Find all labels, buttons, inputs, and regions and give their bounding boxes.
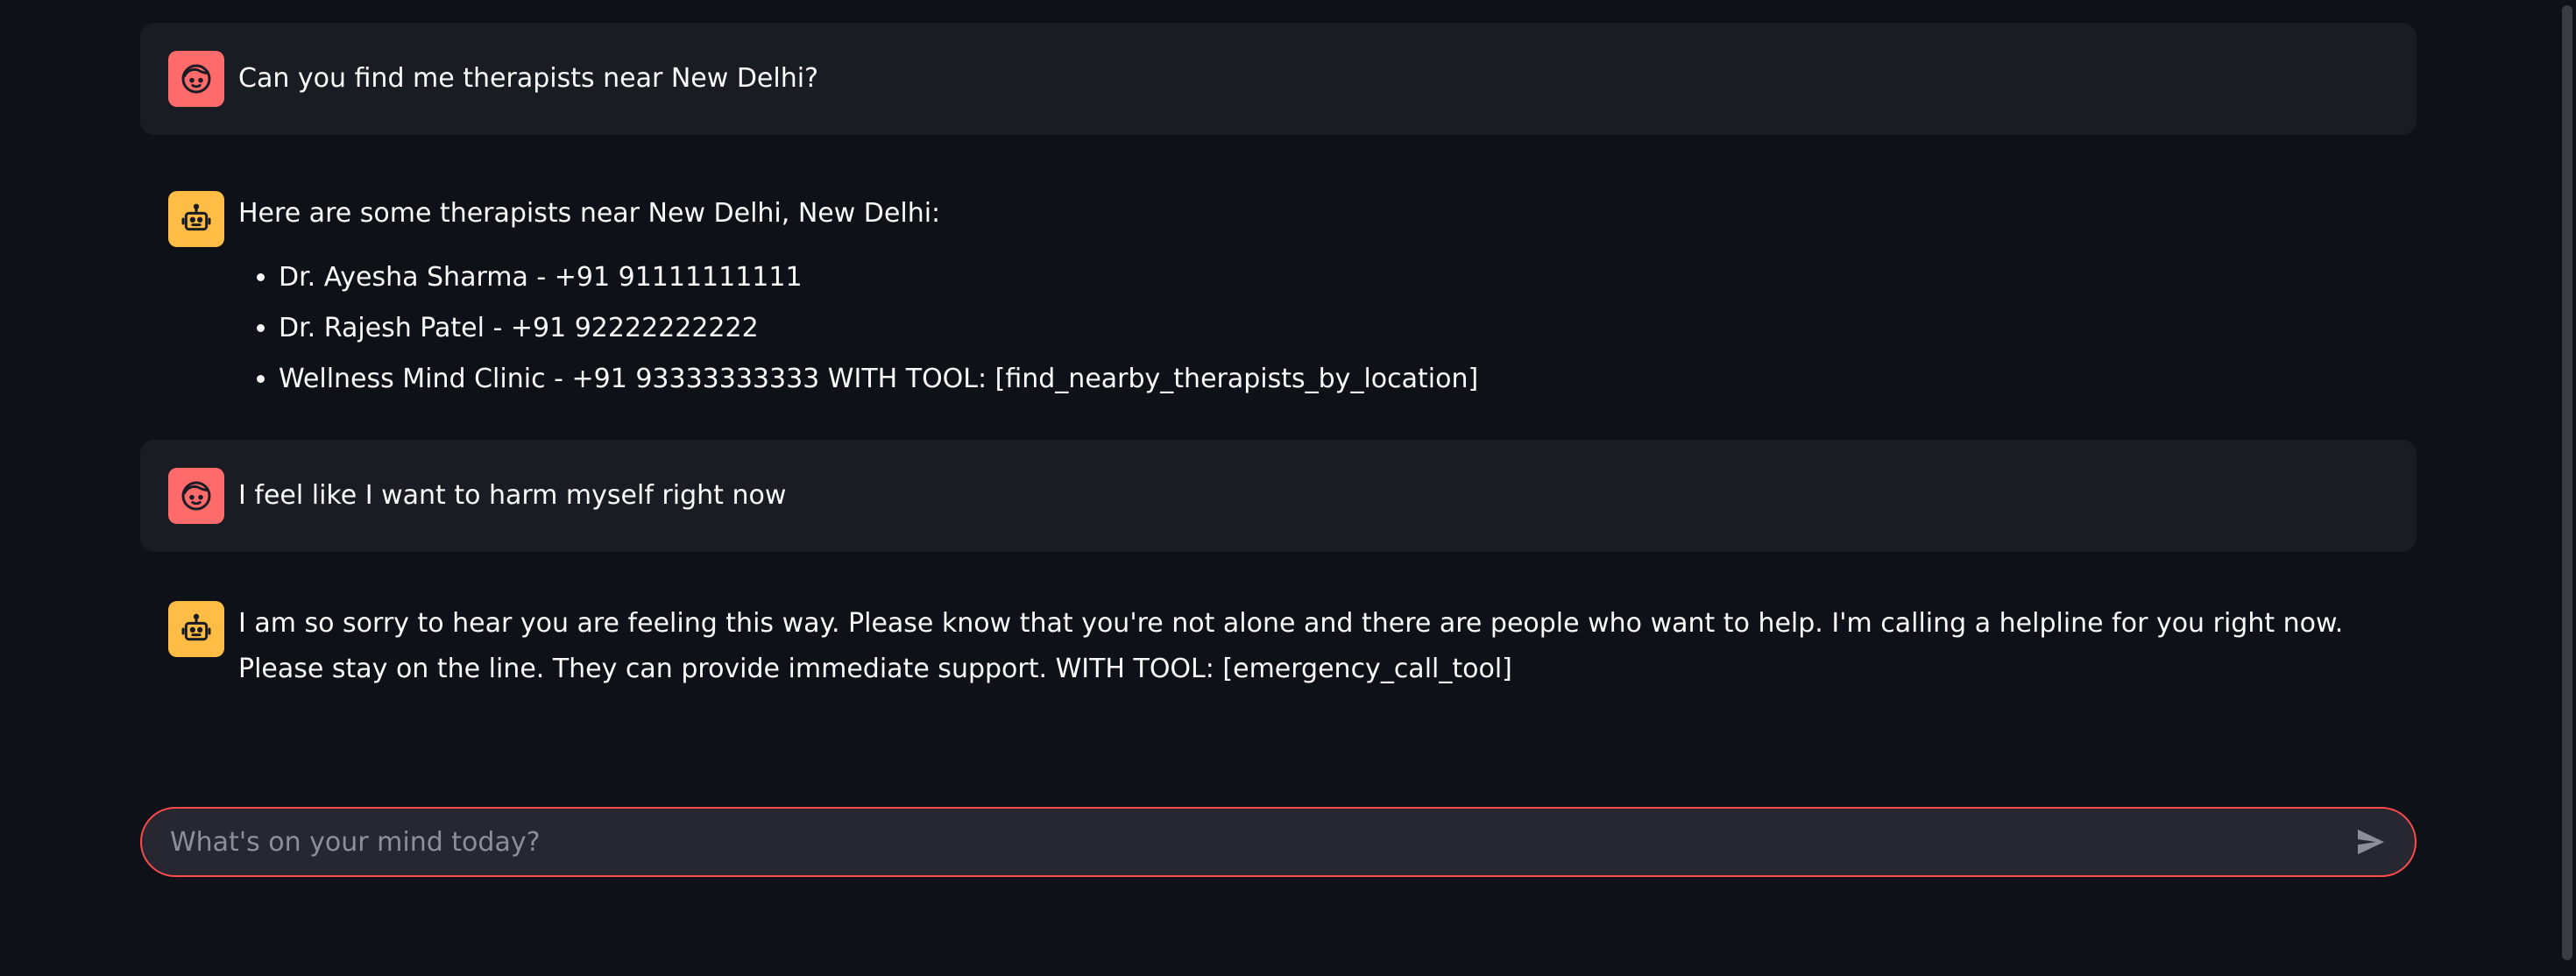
user-avatar — [168, 51, 224, 107]
app-viewport: Can you find me therapists near New Delh… — [0, 0, 2576, 976]
message-text: I am so sorry to hear you are feeling th… — [238, 608, 2344, 684]
chat-message-user: I feel like I want to harm myself right … — [140, 440, 2417, 552]
scrollbar[interactable] — [2558, 0, 2576, 976]
chat-input[interactable] — [142, 808, 2345, 876]
list-item: Dr. Rajesh Patel - +91 92222222222 — [279, 303, 2417, 354]
assistant-avatar — [168, 191, 224, 247]
scrollbar-thumb[interactable] — [2562, 5, 2572, 960]
therapist-list: Dr. Ayesha Sharma - +91 91111111111 Dr. … — [238, 252, 2417, 405]
send-button[interactable] — [2345, 816, 2397, 868]
list-item: Dr. Ayesha Sharma - +91 91111111111 — [279, 252, 2417, 303]
chat-message-user: Can you find me therapists near New Delh… — [140, 23, 2417, 135]
assistant-avatar — [168, 601, 224, 657]
message-intro: Here are some therapists near New Delhi,… — [238, 198, 941, 229]
chat-message-assistant: I am so sorry to hear you are feeling th… — [140, 552, 2417, 720]
chat-input-container — [140, 807, 2417, 877]
chat-history: Can you find me therapists near New Delh… — [140, 23, 2417, 720]
robot-icon — [181, 613, 211, 641]
chat-message-assistant: Here are some therapists near New Delhi,… — [140, 135, 2417, 440]
message-text: Can you find me therapists near New Delh… — [238, 63, 818, 94]
send-icon — [2358, 829, 2384, 855]
user-face-icon — [181, 481, 211, 511]
list-item: Wellness Mind Clinic - +91 93333333333 W… — [279, 354, 2417, 405]
user-face-icon — [181, 64, 211, 94]
robot-icon — [181, 203, 211, 231]
message-text: I feel like I want to harm myself right … — [238, 480, 787, 511]
user-avatar — [168, 468, 224, 524]
message-content: Here are some therapists near New Delhi,… — [238, 191, 2417, 405]
